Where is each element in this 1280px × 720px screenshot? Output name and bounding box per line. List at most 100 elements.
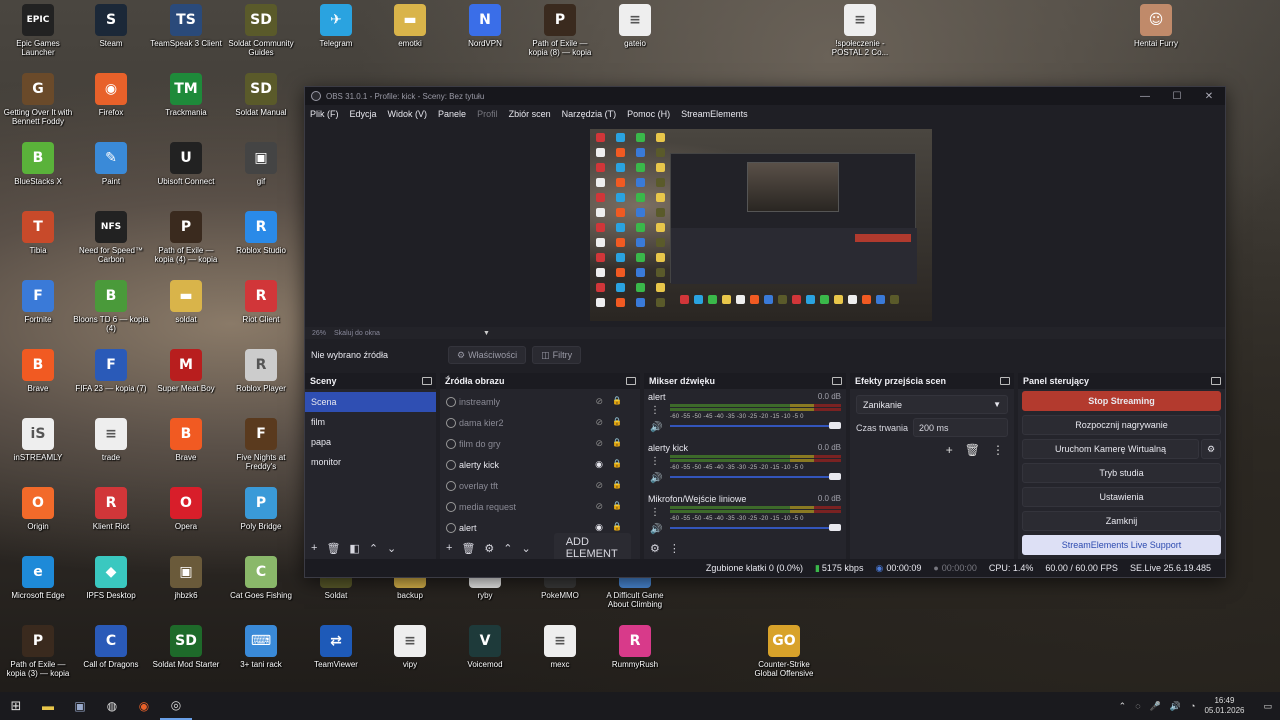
undock-icon[interactable] xyxy=(422,377,432,385)
desktop-icon[interactable]: P Poly Bridge xyxy=(223,487,299,531)
maximize-button[interactable]: ☐ xyxy=(1161,91,1193,102)
scene-item[interactable]: papa xyxy=(305,432,436,452)
undock-icon[interactable] xyxy=(626,377,636,385)
exit-button[interactable]: Zamknij xyxy=(1022,511,1221,531)
eye-off-icon[interactable]: ⊘ xyxy=(595,396,603,407)
menu-item[interactable]: Panele xyxy=(438,109,466,119)
transition-menu-button[interactable]: ⋮ xyxy=(992,443,1004,457)
desktop-icon[interactable]: R Roblox Studio xyxy=(223,211,299,255)
audio-settings-icon[interactable]: ⚙ xyxy=(650,542,660,555)
channel-menu-icon[interactable]: ⋮ xyxy=(650,507,660,518)
desktop-icon[interactable]: ▣ jhbzk6 xyxy=(148,556,224,600)
move-down-button[interactable]: ⌄ xyxy=(522,542,531,555)
desktop-icon[interactable]: ▣ gif xyxy=(223,142,299,186)
eye-icon[interactable]: ◉ xyxy=(595,522,603,533)
lock-icon[interactable]: 🔒 xyxy=(612,522,622,533)
support-button[interactable]: StreamElements Live Support xyxy=(1022,535,1221,555)
desktop-icon[interactable]: P Path of Exile — kopia (8) — kopia xyxy=(522,4,598,57)
source-item[interactable]: instreamly ⊘ 🔒 xyxy=(440,391,640,412)
firefox-taskbar-icon[interactable]: ◉ xyxy=(128,692,160,720)
source-item[interactable]: alert ◉ 🔒 xyxy=(440,517,640,533)
obs-taskbar-icon[interactable]: ◎ xyxy=(160,692,192,720)
channel-menu-icon[interactable]: ⋮ xyxy=(650,456,660,467)
scene-item[interactable]: film xyxy=(305,412,436,432)
desktop-icon[interactable]: P Path of Exile — kopia (3) — kopia xyxy=(0,625,76,678)
remove-source-button[interactable]: 🗑 xyxy=(461,542,475,555)
menu-item[interactable]: Zbiór scen xyxy=(509,109,551,119)
notifications-icon[interactable]: ▭ xyxy=(1263,701,1272,712)
desktop-icon[interactable]: B Brave xyxy=(148,418,224,462)
desktop-icon[interactable]: ◉ Firefox xyxy=(73,73,149,117)
desktop-icon[interactable]: ◆ IPFS Desktop xyxy=(73,556,149,600)
volume-slider[interactable] xyxy=(670,473,841,480)
speaker-icon[interactable]: 🔊 xyxy=(650,422,662,433)
desktop-icon[interactable]: SD Soldat Mod Starter xyxy=(148,625,224,669)
scene-filters-button[interactable]: ◧ xyxy=(349,542,359,555)
desktop-icon[interactable]: O Origin xyxy=(0,487,76,531)
desktop-icon[interactable]: ☺ Hentai Furry xyxy=(1118,4,1194,48)
remove-scene-button[interactable]: 🗑 xyxy=(326,542,340,555)
source-item[interactable]: film do gry ⊘ 🔒 xyxy=(440,433,640,454)
undock-icon[interactable] xyxy=(832,377,842,385)
menu-item[interactable]: Narzędzia (T) xyxy=(562,109,617,119)
filters-button[interactable]: ◫ Filtry xyxy=(532,346,582,364)
desktop-icon[interactable]: F Fortnite xyxy=(0,280,76,324)
desktop-icon[interactable]: M Super Meat Boy xyxy=(148,349,224,393)
eye-icon[interactable]: ◉ xyxy=(595,459,603,470)
start-button[interactable]: ⊞ xyxy=(0,692,32,720)
desktop-icon[interactable]: ≡ vipy xyxy=(372,625,448,669)
source-item[interactable]: alerty kick ◉ 🔒 xyxy=(440,454,640,475)
desktop-icon[interactable]: EPIC Epic Games Launcher xyxy=(0,4,76,57)
move-up-button[interactable]: ⌃ xyxy=(369,542,378,555)
desktop-icon[interactable]: P Path of Exile — kopia (4) — kopia xyxy=(148,211,224,264)
source-item[interactable]: media request ⊘ 🔒 xyxy=(440,496,640,517)
scale-mode-label[interactable]: Skaluj do okna xyxy=(334,330,380,337)
desktop-icon[interactable]: ✈ Telegram xyxy=(298,4,374,48)
undock-icon[interactable] xyxy=(1211,377,1221,385)
desktop-icon[interactable]: SD Soldat Manual xyxy=(223,73,299,117)
virtual-camera-settings-icon[interactable]: ⚙ xyxy=(1201,439,1221,459)
desktop-icon[interactable]: TS TeamSpeak 3 Client xyxy=(148,4,224,48)
desktop-icon[interactable]: ≡ trade xyxy=(73,418,149,462)
desktop-icon[interactable]: F Five Nights at Freddy's xyxy=(223,418,299,471)
desktop-icon[interactable]: ≡ gateio xyxy=(597,4,673,48)
desktop-icon[interactable]: iS inSTREAMLY xyxy=(0,418,76,462)
eye-off-icon[interactable]: ⊘ xyxy=(595,501,603,512)
desktop-icon[interactable]: R RummyRush xyxy=(597,625,673,669)
volume-slider[interactable] xyxy=(670,422,841,429)
desktop-icon[interactable]: U Ubisoft Connect xyxy=(148,142,224,186)
wifi-icon[interactable]: ◔ xyxy=(1190,701,1195,711)
desktop-icon[interactable]: ⇄ TeamViewer xyxy=(298,625,374,669)
network-icon[interactable]: ◌ xyxy=(1135,701,1140,711)
lock-icon[interactable]: 🔒 xyxy=(612,417,622,428)
desktop-icon[interactable]: G Getting Over It with Bennett Foddy xyxy=(0,73,76,126)
desktop-icon[interactable]: GO Counter-Strike Global Offensive xyxy=(746,625,822,678)
lock-icon[interactable]: 🔒 xyxy=(612,438,622,449)
move-up-button[interactable]: ⌃ xyxy=(503,542,512,555)
source-properties-button[interactable]: ⚙ xyxy=(484,542,494,555)
stop-streaming-button[interactable]: Stop Streaming xyxy=(1022,391,1221,411)
volume-icon[interactable]: 🔊 xyxy=(1170,701,1181,712)
menu-item[interactable]: Plik (F) xyxy=(310,109,339,119)
source-item[interactable]: dama kier2 ⊘ 🔒 xyxy=(440,412,640,433)
desktop-icon[interactable]: ≡ !społeczenie - POSTAL 2 Co... xyxy=(822,4,898,57)
start-recording-button[interactable]: Rozpocznij nagrywanie xyxy=(1022,415,1221,435)
mixer-menu-icon[interactable]: ⋮ xyxy=(669,542,680,555)
close-button[interactable]: ✕ xyxy=(1193,91,1225,102)
menu-item[interactable]: Profil xyxy=(477,109,498,119)
desktop-icon[interactable]: T Tibia xyxy=(0,211,76,255)
desktop-icon[interactable]: SD Soldat Community Guides xyxy=(223,4,299,57)
desktop-icon[interactable]: V Voicemod xyxy=(447,625,523,669)
preview-canvas[interactable] xyxy=(590,129,932,321)
desktop-icon[interactable]: B Bloons TD 6 — kopia (4) xyxy=(73,280,149,333)
remove-transition-button[interactable]: 🗑 xyxy=(965,443,980,457)
lock-icon[interactable]: 🔒 xyxy=(612,501,622,512)
desktop-icon[interactable]: ▬ soldat xyxy=(148,280,224,324)
desktop-icon[interactable]: B BlueStacks X xyxy=(0,142,76,186)
menu-item[interactable]: Edycja xyxy=(350,109,377,119)
desktop-icon[interactable]: ✎ Paint xyxy=(73,142,149,186)
minimize-button[interactable]: — xyxy=(1129,91,1161,102)
eye-off-icon[interactable]: ⊘ xyxy=(595,480,603,491)
eye-off-icon[interactable]: ⊘ xyxy=(595,438,603,449)
desktop-icon[interactable]: C Cat Goes Fishing xyxy=(223,556,299,600)
